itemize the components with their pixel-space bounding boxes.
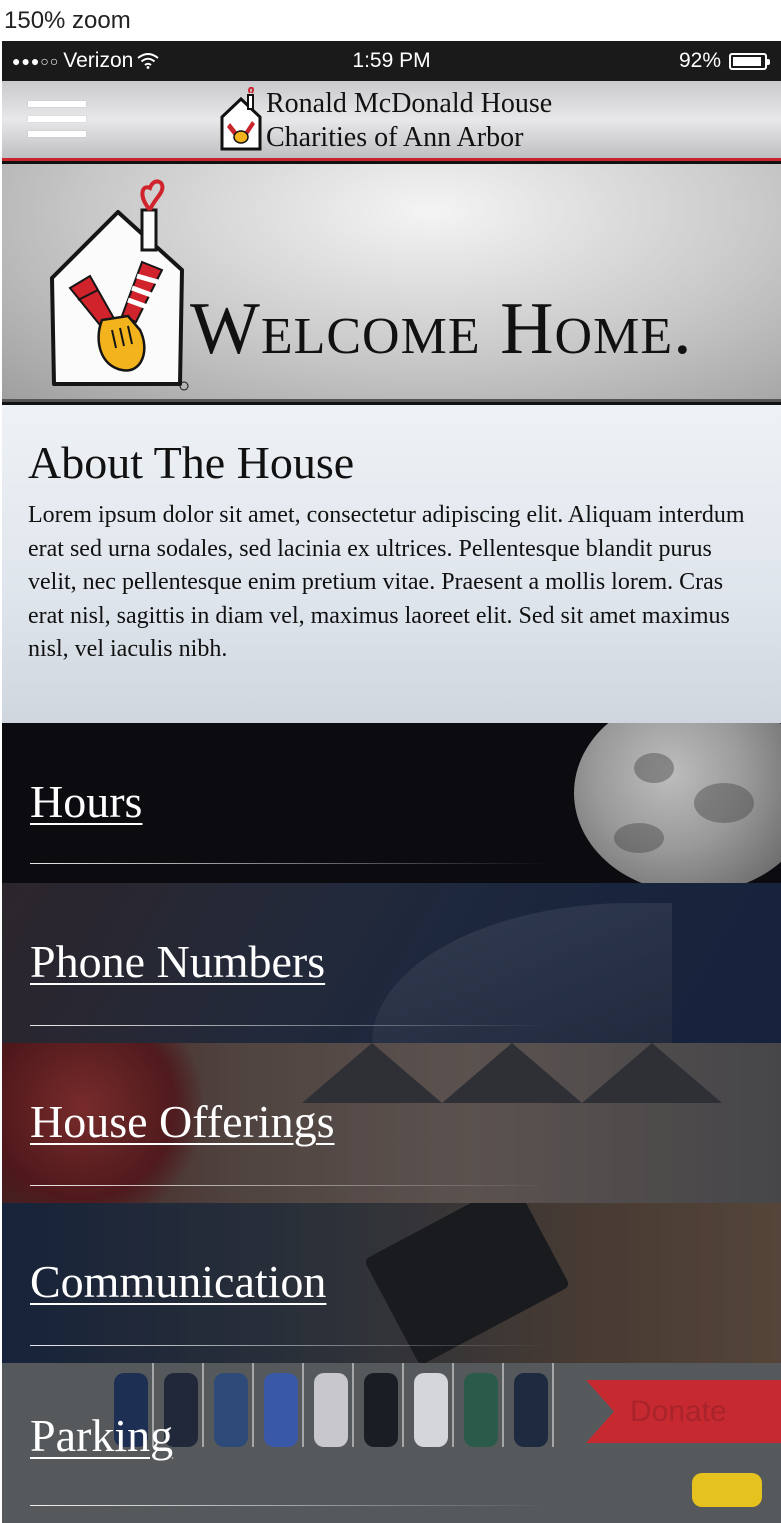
rmhc-logo-icon	[220, 87, 262, 151]
donate-button[interactable]: Donate	[586, 1380, 781, 1443]
about-section: About The House Lorem ipsum dolor sit am…	[2, 405, 781, 723]
nav-title-line2: Charities of Ann Arbor	[266, 122, 524, 153]
parking-line	[202, 1363, 204, 1447]
parking-line	[352, 1363, 354, 1447]
nav-title: Ronald McDonald House Charities of Ann A…	[266, 87, 552, 155]
rmhc-house-logo-icon	[50, 179, 189, 391]
car-image	[264, 1373, 298, 1447]
car-image	[464, 1373, 498, 1447]
parking-divider	[30, 1505, 550, 1506]
house-offerings-divider	[30, 1185, 550, 1186]
status-right: 92%	[678, 41, 770, 81]
welcome-hero: Welcome Home.	[2, 164, 781, 402]
house-offerings-section[interactable]: House Offerings	[2, 1043, 781, 1203]
phone-screen: ●●●○○ Verizon 1:59 PM 92% Ronald McDonal…	[2, 41, 781, 1523]
communication-section[interactable]: Communication	[2, 1203, 781, 1363]
battery-percent: 92%	[678, 49, 721, 72]
moon-crater	[634, 753, 674, 783]
battery-icon	[729, 52, 770, 70]
house-offerings-link[interactable]: House Offerings	[30, 1095, 334, 1149]
phone-numbers-link[interactable]: Phone Numbers	[30, 935, 325, 989]
car-image	[314, 1373, 348, 1447]
menu-button[interactable]	[28, 101, 86, 139]
parking-line	[502, 1363, 504, 1447]
phone-numbers-divider	[30, 1025, 550, 1026]
about-title: About The House	[28, 437, 355, 488]
car-image	[692, 1473, 762, 1507]
hours-divider	[30, 863, 550, 864]
zoom-label: 150% zoom	[4, 7, 131, 34]
parking-line	[402, 1363, 404, 1447]
car-image	[214, 1373, 248, 1447]
hero-title: Welcome Home.	[190, 288, 693, 370]
parking-line	[252, 1363, 254, 1447]
hamburger-line	[28, 131, 86, 137]
communication-link[interactable]: Communication	[30, 1255, 326, 1309]
about-body: Lorem ipsum dolor sit amet, consectetur …	[28, 502, 745, 662]
battery-fill	[733, 56, 761, 66]
hamburger-line	[28, 116, 86, 122]
car-image	[364, 1373, 398, 1447]
parking-link[interactable]: Parking	[30, 1409, 173, 1463]
communication-divider	[30, 1345, 550, 1346]
donate-label: Donate	[630, 1395, 727, 1428]
status-time: 1:59 PM	[352, 49, 431, 72]
car-image	[514, 1373, 548, 1447]
moon-crater	[614, 823, 664, 853]
status-bar: ●●●○○ Verizon 1:59 PM 92%	[2, 41, 781, 81]
parking-line	[452, 1363, 454, 1447]
hamburger-line	[28, 101, 86, 107]
car-image	[414, 1373, 448, 1447]
parking-line	[552, 1363, 554, 1447]
nav-title-line1: Ronald McDonald House	[266, 88, 553, 119]
nav-bar: Ronald McDonald House Charities of Ann A…	[2, 81, 781, 161]
hours-section[interactable]: Hours	[2, 723, 781, 883]
parking-line	[302, 1363, 304, 1447]
moon-crater	[694, 783, 754, 823]
hours-link[interactable]: Hours	[30, 775, 142, 829]
moon-image	[574, 723, 781, 883]
phone-numbers-section[interactable]: Phone Numbers	[2, 883, 781, 1043]
